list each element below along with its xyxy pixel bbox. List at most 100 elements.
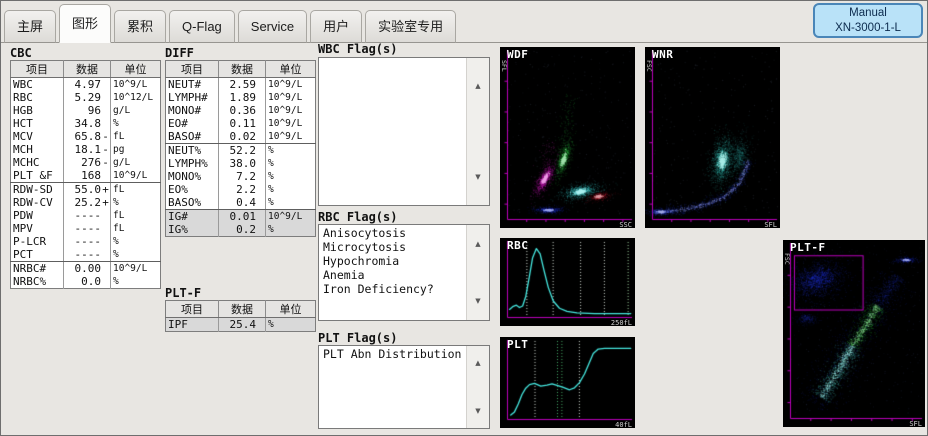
param-name: P-LCR <box>11 235 64 248</box>
param-unit: % <box>266 223 316 237</box>
plot-ylabel: SFL <box>500 60 508 72</box>
param-value: ---- <box>75 248 102 261</box>
scroll-down-icon[interactable]: ▼ <box>467 407 489 415</box>
param-name: NRBC% <box>11 275 64 289</box>
wdf-scatter-canvas <box>500 47 635 228</box>
param-unit: % <box>111 196 161 209</box>
plot-title: PLT <box>507 338 528 351</box>
param-data-cell: 52.2 <box>219 144 266 158</box>
param-name: EO# <box>166 117 219 130</box>
plot-ylabel: FSC <box>645 60 653 72</box>
wbc-flags-scrollbar[interactable]: ▲ ▼ <box>466 58 489 205</box>
param-data-cell: 0.0 <box>64 275 111 289</box>
param-name: NEUT# <box>166 78 219 92</box>
param-name: MCHC <box>11 156 64 169</box>
param-data-cell: 1.89 <box>219 91 266 104</box>
table-row: MPV----fL <box>11 222 161 235</box>
param-name: BASO# <box>166 130 219 144</box>
analyzer-mode-button[interactable]: Manual XN-3000-1-L <box>813 3 923 38</box>
plot-title: WNR <box>652 48 673 61</box>
param-data-cell: 0.00 <box>64 262 111 276</box>
param-name: BASO% <box>166 196 219 210</box>
param-unit: fL <box>111 183 161 197</box>
param-name: MONO% <box>166 170 219 183</box>
scroll-up-icon[interactable]: ▲ <box>467 82 489 90</box>
flag-item: Hypochromia <box>323 254 462 268</box>
tbl-cbc-grid: 项目数据单位WBC4.9710^9/LRBC5.2910^12/LHGB96g/… <box>10 60 161 289</box>
table-row: BASO%0.4% <box>166 196 316 210</box>
param-data-cell: 7.2 <box>219 170 266 183</box>
param-name: RDW-CV <box>11 196 64 209</box>
param-data-cell: 65.8- <box>64 130 111 143</box>
wbc-flags-section-title: WBC Flag(s) <box>318 42 397 56</box>
abnormal-flag: - <box>101 143 110 156</box>
param-name: IG# <box>166 210 219 224</box>
tab-5[interactable]: 用户 <box>310 10 362 43</box>
scroll-up-icon[interactable]: ▲ <box>467 359 489 367</box>
param-value: 25.2 <box>75 196 102 209</box>
tab-1[interactable]: 图形 <box>59 4 111 43</box>
param-data-cell: 18.1- <box>64 143 111 156</box>
column-header: 项目 <box>11 61 64 78</box>
tab-strip: 主屏图形累积Q-FlagService用户实验室专用 <box>4 4 456 43</box>
param-unit: pg <box>111 143 161 156</box>
tab-0[interactable]: 主屏 <box>4 10 56 43</box>
param-value: 96 <box>88 104 101 117</box>
param-value: 52.2 <box>230 144 257 157</box>
table-row: WBC4.9710^9/L <box>11 78 161 92</box>
rbc-histogram: RBC 250fL <box>500 238 635 326</box>
param-value: 34.8 <box>75 117 102 130</box>
scroll-down-icon[interactable]: ▼ <box>467 297 489 305</box>
plt-flags-scrollbar[interactable]: ▲ ▼ <box>466 346 489 428</box>
param-unit: % <box>111 235 161 248</box>
plot-xlabel: SSC <box>619 221 632 229</box>
param-name: MONO# <box>166 104 219 117</box>
param-unit: % <box>266 157 316 170</box>
param-unit: % <box>111 117 161 130</box>
table-row: NEUT#2.5910^9/L <box>166 78 316 92</box>
mode-label: Manual <box>849 6 887 21</box>
tab-4[interactable]: Service <box>238 10 307 43</box>
wbc-flags-list <box>319 58 466 205</box>
param-value: 38.0 <box>230 157 257 170</box>
pltf-results-table: 项目数据单位IPF25.4% <box>165 300 316 332</box>
param-value: 7.2 <box>236 170 256 183</box>
tab-3[interactable]: Q-Flag <box>169 10 235 43</box>
param-data-cell: 0.01 <box>219 210 266 224</box>
plt-histogram: PLT 40fL <box>500 337 635 428</box>
param-value: 276 <box>81 156 101 169</box>
plot-xlabel: 40fL <box>615 421 632 429</box>
plot-title: RBC <box>507 239 528 252</box>
rbc-flags-listbox[interactable]: AnisocytosisMicrocytosisHypochromiaAnemi… <box>318 224 490 321</box>
param-data-cell: 34.8 <box>64 117 111 130</box>
wnr-scatter-canvas <box>645 47 780 228</box>
diff-section-title: DIFF <box>165 46 194 60</box>
table-row: BASO#0.0210^9/L <box>166 130 316 144</box>
param-data-cell: 55.0+ <box>64 183 111 197</box>
param-value: 0.00 <box>75 262 102 275</box>
wbc-flags-listbox[interactable]: ▲ ▼ <box>318 57 490 206</box>
param-data-cell: 25.2+ <box>64 196 111 209</box>
param-data-cell: 2.59 <box>219 78 266 92</box>
tab-6[interactable]: 实验室专用 <box>365 10 456 43</box>
plt-flags-listbox[interactable]: PLT Abn Distribution ▲ ▼ <box>318 345 490 429</box>
scroll-down-icon[interactable]: ▼ <box>467 173 489 181</box>
scroll-up-icon[interactable]: ▲ <box>467 240 489 248</box>
tab-2[interactable]: 累积 <box>114 10 166 43</box>
rbc-flags-list: AnisocytosisMicrocytosisHypochromiaAnemi… <box>319 225 466 320</box>
rbc-flags-scrollbar[interactable]: ▲ ▼ <box>466 225 489 320</box>
table-row: RBC5.2910^12/L <box>11 91 161 104</box>
param-data-cell: ---- <box>64 209 111 222</box>
table-row: RDW-CV25.2+% <box>11 196 161 209</box>
param-data-cell: 0.11 <box>219 117 266 130</box>
param-value: 55.0 <box>75 183 102 196</box>
param-unit: 10^12/L <box>111 91 161 104</box>
param-name: NRBC# <box>11 262 64 276</box>
param-name: PLT &F <box>11 169 64 183</box>
abnormal-flag: + <box>101 183 110 196</box>
param-unit: 10^9/L <box>266 104 316 117</box>
param-unit: % <box>111 275 161 289</box>
param-unit: g/L <box>111 104 161 117</box>
param-value: 0.2 <box>236 223 256 236</box>
column-header: 数据 <box>64 61 111 78</box>
